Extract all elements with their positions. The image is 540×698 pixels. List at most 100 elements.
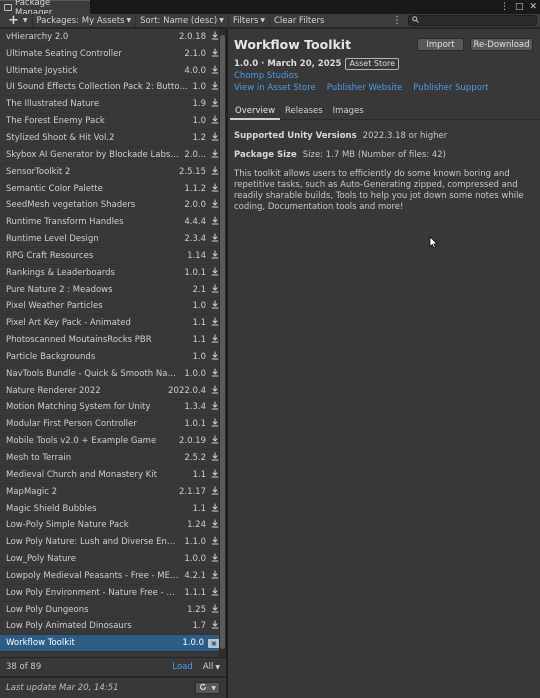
list-item[interactable]: Photoscanned MoutainsRocks PBR 1.1 <box>0 332 226 350</box>
list-item[interactable]: Motion Matching System for Unity 1.3.4 <box>0 400 226 417</box>
more-options-icon[interactable]: ⋮ <box>386 15 408 26</box>
load-more-link[interactable]: Load <box>172 662 192 672</box>
details-header: Workflow Toolkit Import Re-Download 1.0.… <box>228 29 540 105</box>
package-name: The Illustrated Nature <box>6 99 100 110</box>
sort-dropdown[interactable]: Sort: Name (desc) ▼ <box>136 13 229 28</box>
search-input[interactable] <box>419 16 529 25</box>
package-version: 1.0.1 <box>184 419 206 430</box>
list-item[interactable]: Ultimate Seating Controller 2.1.0 <box>0 46 226 63</box>
list-item[interactable]: Semantic Color Palette 1.1.2 <box>0 181 226 198</box>
package-name: Ultimate Joystick <box>6 65 78 76</box>
list-item[interactable]: Magic Shield Bubbles 1.1 <box>0 501 226 518</box>
package-name: Low Poly Environment - Nature Free - MED… <box>6 587 181 598</box>
list-item[interactable]: Ultimate Joystick 4.0.0 <box>0 63 226 80</box>
list-item[interactable]: The Illustrated Nature 1.9 <box>0 96 226 114</box>
supported-versions-row: Supported Unity Versions 2022.3.18 or hi… <box>234 131 534 141</box>
package-version: 2.0.18 <box>178 31 206 42</box>
list-item[interactable]: NavTools Bundle - Quick & Smooth Navigat… <box>0 366 226 383</box>
package-list: vHierarchy 2.0 2.0.18 Ultimate Seating Con… <box>0 29 226 657</box>
list-item[interactable]: Low Poly Animated Dinosaurs 1.7 <box>0 619 226 636</box>
refresh-button[interactable]: ▼ <box>195 682 220 694</box>
package-version: 1.0.0 <box>184 554 206 565</box>
list-item[interactable]: vHierarchy 2.0 2.0.18 <box>0 29 226 46</box>
package-name: Modular First Person Controller <box>6 419 137 430</box>
tab-overview[interactable]: Overview <box>230 105 281 120</box>
list-item[interactable]: Low-Poly Simple Nature Pack 1.24 <box>0 517 226 535</box>
import-button[interactable]: Import <box>417 38 464 51</box>
package-size-row: Package Size Size: 1.7 MB (Number of fil… <box>234 150 534 160</box>
publisher-support-link[interactable]: Publisher Support <box>413 83 488 93</box>
sort-label: Sort: Name (desc) <box>140 15 218 26</box>
list-item[interactable]: UI Sound Effects Collection Pack 2: Butt… <box>0 80 226 97</box>
tab-images[interactable]: Images <box>328 105 369 120</box>
redownload-button[interactable]: Re-Download <box>470 38 533 51</box>
packages-source-dropdown[interactable]: Packages: My Assets ▼ <box>33 13 137 28</box>
search-field[interactable] <box>408 15 537 26</box>
list-item[interactable]: Pure Nature 2 : Meadows 2.1 <box>0 282 226 299</box>
window-controls: ⋮ □ ✕ <box>500 1 537 13</box>
supported-versions-label: Supported Unity Versions <box>234 131 357 141</box>
filters-label: Filters <box>232 15 259 26</box>
list-item[interactable]: Rankings & Leaderboards 1.0.1 <box>0 265 226 282</box>
package-list-scrollbar[interactable] <box>219 29 226 657</box>
view-in-asset-store-link[interactable]: View in Asset Store <box>234 83 316 93</box>
list-item[interactable]: Modular First Person Controller 1.0.1 <box>0 416 226 434</box>
window-tab[interactable]: Package Manager <box>0 0 90 18</box>
package-version: 1.14 <box>187 250 206 261</box>
package-name: Pixel Weather Particles <box>6 301 103 312</box>
chevron-down-icon: ▼ <box>211 684 216 692</box>
list-item[interactable]: Particle Backgrounds 1.0 <box>0 349 226 366</box>
list-item[interactable]: Mobile Tools v2.0 + Example Game 2.0.19 <box>0 433 226 451</box>
list-item[interactable]: Runtime Transform Handles 4.4.4 <box>0 214 226 232</box>
package-name: Stylized Shoot & Hit Vol.2 <box>6 132 115 143</box>
package-name: Mobile Tools v2.0 + Example Game <box>6 436 157 447</box>
list-item[interactable]: Pixel Art Key Pack - Animated 1.1 <box>0 315 226 333</box>
list-item[interactable]: MapMagic 2 2.1.17 <box>0 484 226 501</box>
author-link[interactable]: Chomp Studios <box>234 71 298 81</box>
maximize-icon[interactable]: □ <box>515 1 524 13</box>
window-menu-icon[interactable]: ⋮ <box>500 1 509 13</box>
add-package-button[interactable]: + ▼ <box>0 13 33 28</box>
package-name: vHierarchy 2.0 <box>6 31 69 42</box>
list-item[interactable]: SeedMesh vegetation Shaders 2.0.0 <box>0 197 226 215</box>
package-version: 4.0.0 <box>184 65 206 76</box>
list-item[interactable]: Runtime Level Design 2.3.4 <box>0 231 226 248</box>
list-item[interactable]: The Forest Enemy Pack 1.0 <box>0 113 226 131</box>
list-item[interactable]: Low Poly Environment - Nature Free - MED… <box>0 585 226 602</box>
package-name: MapMagic 2 <box>6 486 58 497</box>
list-item[interactable]: Mesh to Terrain 2.5.2 <box>0 450 226 467</box>
list-item[interactable]: Low Poly Dungeons 1.25 <box>0 602 226 619</box>
list-item[interactable]: Stylized Shoot & Hit Vol.2 1.2 <box>0 130 226 147</box>
package-name: Photoscanned MoutainsRocks PBR <box>6 335 152 346</box>
list-item[interactable]: Low_Poly Nature 1.0.0 <box>0 551 226 568</box>
close-icon[interactable]: ✕ <box>529 1 537 13</box>
asset-store-badge: Asset Store <box>345 58 400 70</box>
package-version: 2.0... <box>184 149 206 160</box>
tab-releases[interactable]: Releases <box>280 105 328 120</box>
list-item[interactable]: Nature Renderer 2022 2022.0.4 <box>0 383 226 400</box>
package-description: This toolkit allows users to efficiently… <box>234 169 524 212</box>
load-amount-dropdown[interactable]: All ▼ <box>203 662 220 672</box>
package-details: Workflow Toolkit Import Re-Download 1.0.… <box>228 29 540 698</box>
chevron-down-icon: ▼ <box>22 17 28 24</box>
list-item[interactable]: Skybox AI Generator by Blockade Labs (Su… <box>0 147 226 164</box>
filters-dropdown[interactable]: Filters ▼ <box>229 13 270 28</box>
list-item[interactable]: Lowpoly Medieval Peasants - Free - MEDIE… <box>0 568 226 585</box>
last-update-text: Last update Mar 20, 14:51 <box>6 683 119 693</box>
list-item[interactable]: Pixel Weather Particles 1.0 <box>0 299 226 316</box>
clear-filters-button[interactable]: Clear Filters <box>270 14 328 28</box>
package-version: 2.1.0 <box>184 48 206 59</box>
list-item[interactable]: SensorToolkit 2 2.5.15 <box>0 164 226 181</box>
load-amount-label: All <box>202 662 214 672</box>
list-item[interactable]: RPG Craft Resources 1.14 <box>0 248 226 265</box>
list-item[interactable]: Workflow Toolkit 1.0.0 ▣ <box>0 635 226 653</box>
list-item[interactable]: Medieval Church and Monastery Kit 1.1 <box>0 467 226 484</box>
package-version: 1.0 <box>192 351 206 362</box>
publisher-website-link[interactable]: Publisher Website <box>327 83 403 93</box>
package-version: 2.3.4 <box>184 234 206 245</box>
scrollbar-thumb[interactable] <box>220 35 225 649</box>
package-version: 2.1 <box>192 284 206 295</box>
package-version: 1.1 <box>192 503 206 514</box>
package-name: Low Poly Dungeons <box>6 604 89 615</box>
list-item[interactable]: Low Poly Nature: Lush and Diverse Enviro… <box>0 534 226 552</box>
